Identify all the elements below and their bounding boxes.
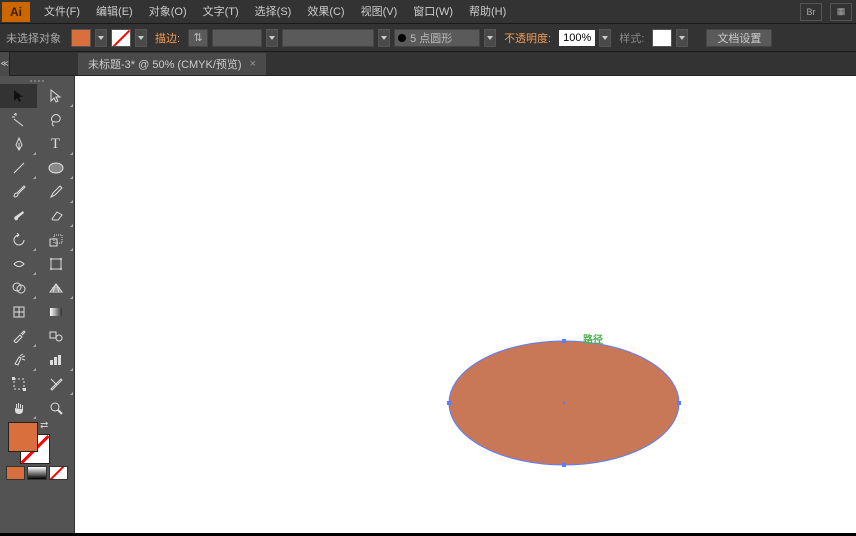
rotate-tool[interactable] xyxy=(0,228,37,252)
stroke-label: 描边: xyxy=(151,30,184,46)
free-transform-tool[interactable] xyxy=(37,252,74,276)
center-point xyxy=(563,402,565,404)
menu-file[interactable]: 文件(F) xyxy=(36,0,88,24)
slice-tool[interactable] xyxy=(37,372,74,396)
path-label: 路径 xyxy=(583,331,603,346)
ellipse-tool[interactable] xyxy=(37,156,74,180)
color-picker-area: ⇄ xyxy=(0,420,74,466)
stroke-weight-box[interactable] xyxy=(212,29,262,47)
column-graph-tool[interactable] xyxy=(37,348,74,372)
tab-bar: ≪ 未标题-3* @ 50% (CMYK/预览) × xyxy=(0,52,856,76)
opacity-value[interactable]: 100% xyxy=(559,30,595,46)
eyedropper-tool[interactable] xyxy=(0,324,37,348)
close-tab-icon[interactable]: × xyxy=(250,58,256,70)
bridge-icon[interactable]: Br xyxy=(800,3,822,21)
opacity-label: 不透明度: xyxy=(500,30,555,46)
color-mode-none[interactable] xyxy=(49,466,68,480)
style-swatch[interactable] xyxy=(652,29,672,47)
menu-bar: Ai 文件(F) 编辑(E) 对象(O) 文字(T) 选择(S) 效果(C) 视… xyxy=(0,0,856,24)
menu-edit[interactable]: 编辑(E) xyxy=(88,0,141,24)
style-dd[interactable] xyxy=(676,29,688,47)
line-tool[interactable] xyxy=(0,156,37,180)
menu-view[interactable]: 视图(V) xyxy=(353,0,406,24)
menu-type[interactable]: 文字(T) xyxy=(195,0,247,24)
doc-setup-button[interactable]: 文档设置 xyxy=(706,29,772,47)
width-tool[interactable] xyxy=(0,252,37,276)
shape-builder-tool[interactable] xyxy=(0,276,37,300)
gradient-tool[interactable] xyxy=(37,300,74,324)
selection-tool[interactable] xyxy=(0,84,37,108)
mesh-tool[interactable] xyxy=(0,300,37,324)
control-bar: 未选择对象 描边: ⇅ 5 点圆形 不透明度: 100% 样式: 文档设置 xyxy=(0,24,856,52)
canvas[interactable]: 路径 xyxy=(74,76,856,533)
pen-tool[interactable] xyxy=(0,132,37,156)
anchor-bottom[interactable] xyxy=(562,463,566,467)
style-label: 样式: xyxy=(615,30,648,46)
direct-selection-tool[interactable] xyxy=(37,84,74,108)
main-area: T ⇄ xyxy=(0,76,856,533)
selection-status: 未选择对象 xyxy=(6,30,67,46)
fill-color-swatch[interactable] xyxy=(8,422,38,452)
blob-brush-tool[interactable] xyxy=(0,204,37,228)
menu-object[interactable]: 对象(O) xyxy=(141,0,195,24)
perspective-grid-tool[interactable] xyxy=(37,276,74,300)
document-tab[interactable]: 未标题-3* @ 50% (CMYK/预览) × xyxy=(78,53,266,75)
fill-swatch[interactable] xyxy=(71,29,91,47)
scale-tool[interactable] xyxy=(37,228,74,252)
blend-tool[interactable] xyxy=(37,324,74,348)
anchor-top[interactable] xyxy=(562,339,566,343)
zoom-tool[interactable] xyxy=(37,396,74,420)
panel-toggle[interactable]: ≪ xyxy=(0,52,10,76)
color-mode-solid[interactable] xyxy=(6,466,25,480)
artboard-tool[interactable] xyxy=(0,372,37,396)
stroke-weight-link[interactable]: ⇅ xyxy=(188,29,208,47)
stroke-dropdown[interactable] xyxy=(135,29,147,47)
color-modes xyxy=(0,466,74,480)
color-mode-gradient[interactable] xyxy=(27,466,46,480)
menu-window[interactable]: 窗口(W) xyxy=(405,0,461,24)
anchor-right[interactable] xyxy=(677,401,681,405)
menu-select[interactable]: 选择(S) xyxy=(247,0,300,24)
pencil-tool[interactable] xyxy=(37,180,74,204)
toolbox: T ⇄ xyxy=(0,76,74,533)
menu-effect[interactable]: 效果(C) xyxy=(299,0,352,24)
artwork[interactable] xyxy=(75,76,855,536)
arrange-icon[interactable]: ▦ xyxy=(830,3,852,21)
brush-label: 5 点圆形 xyxy=(410,30,452,46)
magic-wand-tool[interactable] xyxy=(0,108,37,132)
symbol-sprayer-tool[interactable] xyxy=(0,348,37,372)
stroke-profile-dd[interactable] xyxy=(378,29,390,47)
brush-box[interactable]: 5 点圆形 xyxy=(394,29,480,47)
lasso-tool[interactable] xyxy=(37,108,74,132)
stroke-profile-box[interactable] xyxy=(282,29,374,47)
document-tab-title: 未标题-3* @ 50% (CMYK/预览) xyxy=(88,56,242,72)
brush-tool[interactable] xyxy=(0,180,37,204)
anchor-left[interactable] xyxy=(447,401,451,405)
eraser-tool[interactable] xyxy=(37,204,74,228)
hand-tool[interactable] xyxy=(0,396,37,420)
stroke-swatch[interactable] xyxy=(111,29,131,47)
app-logo: Ai xyxy=(2,2,30,22)
fill-dropdown[interactable] xyxy=(95,29,107,47)
type-tool[interactable]: T xyxy=(37,132,74,156)
menu-help[interactable]: 帮助(H) xyxy=(461,0,514,24)
stroke-weight-dd[interactable] xyxy=(266,29,278,47)
brush-dd[interactable] xyxy=(484,29,496,47)
opacity-dd[interactable] xyxy=(599,29,611,47)
swap-colors-icon[interactable]: ⇄ xyxy=(40,420,48,431)
